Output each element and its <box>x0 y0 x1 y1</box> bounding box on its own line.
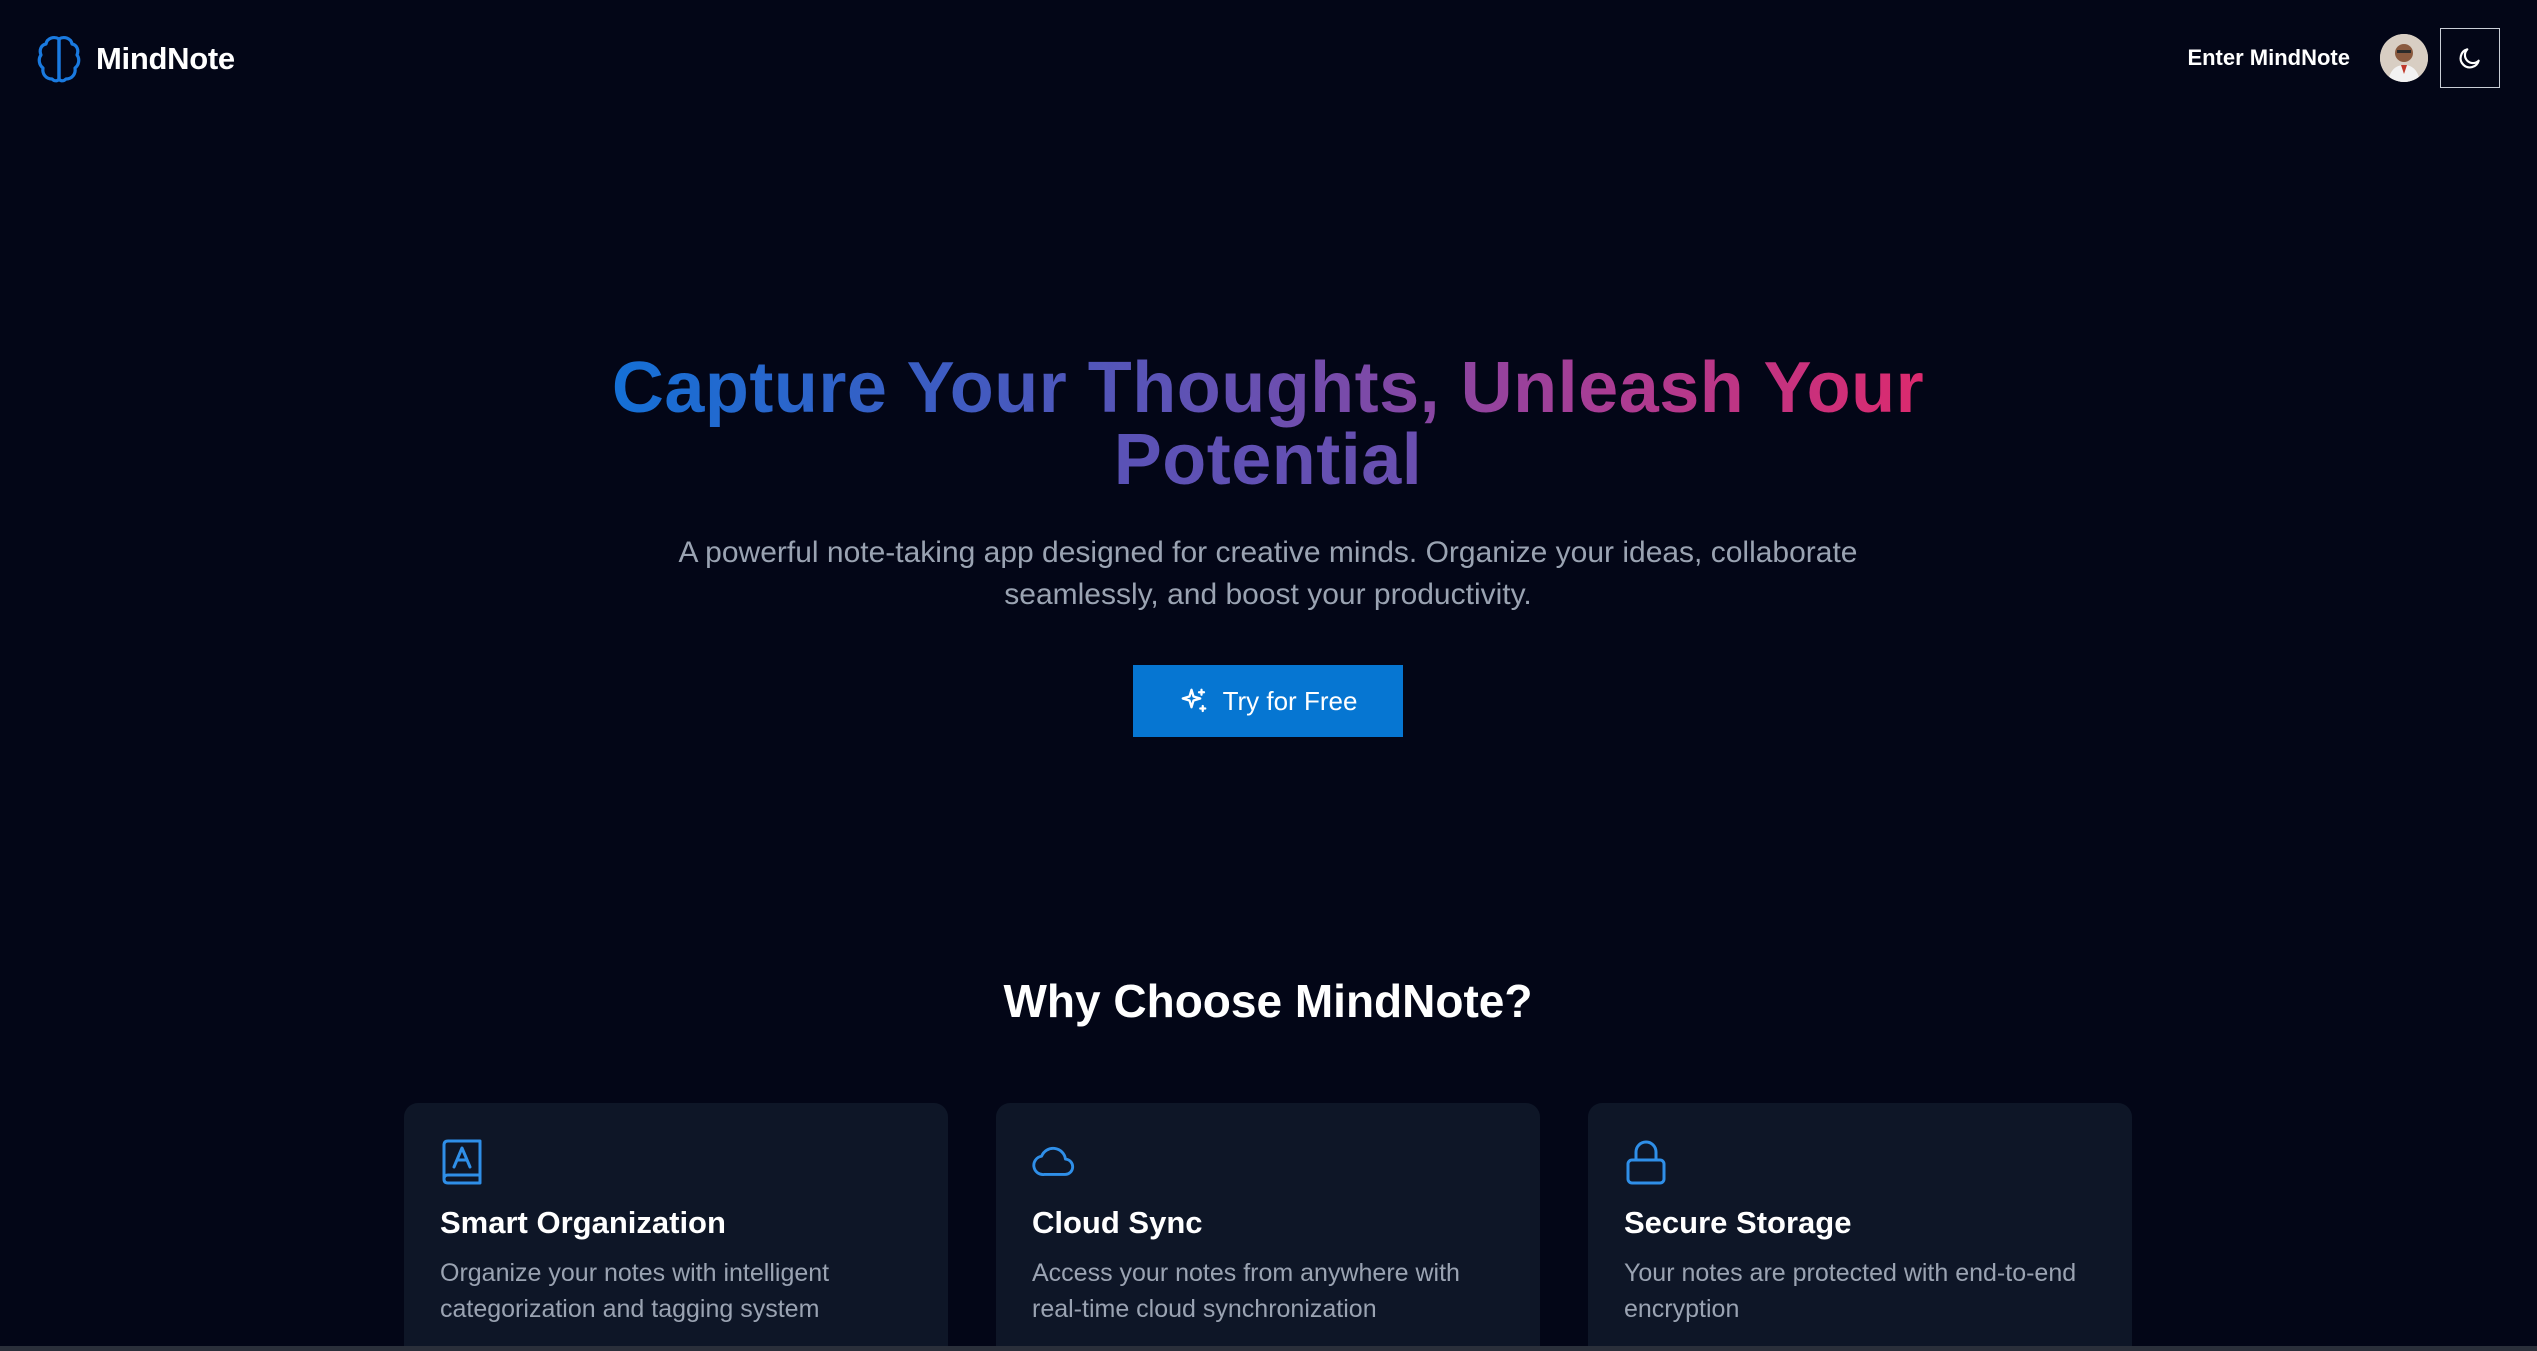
lock-icon <box>1626 1140 1666 1185</box>
feature-card-cloud-sync: Cloud Sync Access your notes from anywhe… <box>996 1103 1540 1351</box>
window-bottom-edge <box>0 1346 2537 1351</box>
hero-title-line-2: Potential <box>1113 420 1423 500</box>
brand-logo-link[interactable]: MindNote <box>36 33 235 85</box>
feature-card-smart-organization: Smart Organization Organize your notes w… <box>404 1103 948 1351</box>
brain-icon <box>37 36 81 83</box>
try-for-free-label: Try for Free <box>1222 685 1358 716</box>
nav-actions: Enter MindNote <box>2187 28 2500 88</box>
brand-name: MindNote <box>96 41 235 76</box>
card-title: Secure Storage <box>1624 1205 1852 1240</box>
card-title: Smart Organization <box>440 1205 726 1240</box>
hero-title-line-1: Capture Your Thoughts, Unleash Your <box>611 348 1925 428</box>
feature-card-secure-storage: Secure Storage Your notes are protected … <box>1588 1103 2132 1351</box>
book-icon <box>442 1139 482 1185</box>
cloud-icon <box>1032 1146 1075 1176</box>
theme-toggle-button[interactable] <box>2440 28 2500 88</box>
enter-mindnote-link[interactable]: Enter MindNote <box>2187 45 2350 71</box>
card-description: Organize your notes with intelligent cat… <box>440 1259 830 1323</box>
card-description: Your notes are protected with end-to-end… <box>1624 1259 2077 1323</box>
card-title: Cloud Sync <box>1032 1205 1203 1240</box>
top-nav: MindNote Enter MindNote <box>0 0 2537 118</box>
landing-page: MindNote Enter MindNote Capture Your Tho… <box>0 0 2537 1351</box>
hero-subtitle: A powerful note-taking app designed for … <box>678 536 1858 611</box>
avatar[interactable] <box>2380 34 2428 82</box>
hero-title: Capture Your Thoughts, Unleash Your Pote… <box>468 352 2068 496</box>
try-for-free-button[interactable]: Try for Free <box>1133 665 1403 737</box>
sparkles-icon <box>1181 688 1206 713</box>
card-description: Access your notes from anywhere with rea… <box>1032 1259 1460 1323</box>
moon-icon <box>2459 48 2480 69</box>
features-title: Why Choose MindNote? <box>1003 975 1533 1027</box>
